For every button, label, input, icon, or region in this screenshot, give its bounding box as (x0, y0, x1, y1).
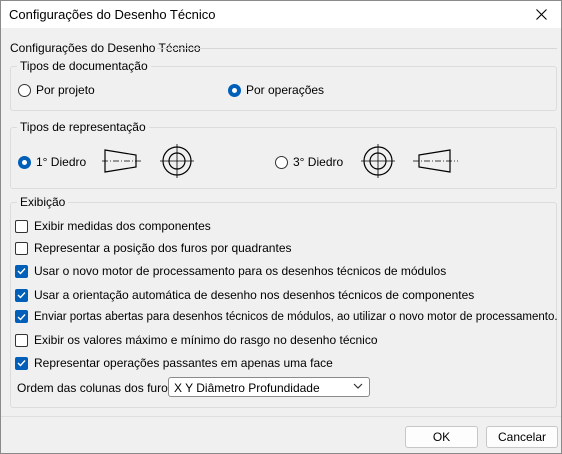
radio-3-diedro[interactable]: 3° Diedro (275, 155, 343, 169)
checkbox-indicator (15, 219, 28, 233)
checkbox-label: Exibir os valores máximo e mínimo do ras… (34, 333, 378, 347)
radio-indicator-selected (18, 155, 31, 169)
close-icon[interactable] (521, 1, 561, 28)
checkbox-posicao-furos[interactable]: Representar a posição dos furos por quad… (15, 241, 292, 255)
radio-indicator (18, 83, 31, 97)
cancel-button[interactable]: Cancelar (486, 426, 558, 448)
hole-order-value: X Y Diâmetro Profundidade (174, 381, 320, 395)
check-icon (15, 264, 28, 278)
checkbox-novo-motor[interactable]: Usar o novo motor de processamento para … (15, 264, 446, 278)
section-divider (157, 48, 557, 49)
radio-label: 3° Diedro (293, 155, 344, 169)
radio-label: Por operações (246, 83, 325, 97)
first-angle-projection-symbol (101, 144, 197, 178)
radio-por-projeto[interactable]: Por projeto (18, 83, 95, 97)
checkbox-indicator (15, 241, 28, 255)
ok-button[interactable]: OK (405, 426, 478, 448)
checkbox-operacoes-passantes[interactable]: Representar operações passantes em apena… (15, 356, 333, 370)
radio-indicator-selected (228, 83, 241, 97)
radio-1-diedro[interactable]: 1° Diedro (18, 155, 86, 169)
checkbox-valores-rasgo[interactable]: Exibir os valores máximo e mínimo do ras… (15, 333, 378, 347)
checkbox-portas-abertas[interactable]: Enviar portas abertas para desenhos técn… (15, 310, 558, 323)
hole-order-label: Ordem das colunas dos furos (17, 381, 174, 395)
display-title: Exibição (17, 195, 69, 209)
checkbox-label: Usar o novo motor de processamento para … (34, 264, 447, 278)
checkbox-label: Exibir medidas dos componentes (34, 219, 211, 233)
checkbox-indicator (15, 333, 28, 347)
checkbox-label: Usar a orientação automática de desenho … (34, 288, 475, 302)
radio-label: 1° Diedro (36, 155, 87, 169)
hole-order-select[interactable]: X Y Diâmetro Profundidade (168, 377, 370, 397)
radio-por-operacoes[interactable]: Por operações (228, 83, 324, 97)
dialog-window: Configurações do Desenho Técnico Configu… (0, 0, 562, 454)
checkbox-orientacao-automatica[interactable]: Usar a orientação automática de desenho … (15, 288, 474, 302)
doc-types-title: Tipos de documentação (17, 59, 151, 73)
check-icon (15, 356, 28, 370)
third-angle-projection-symbol (358, 144, 462, 178)
dialog-footer: OK Cancelar (1, 416, 561, 453)
chevron-down-icon (353, 383, 363, 389)
radio-label: Por projeto (36, 83, 95, 97)
checkbox-exibir-medidas[interactable]: Exibir medidas dos componentes (15, 219, 211, 233)
rep-types-title: Tipos de representação (17, 120, 149, 134)
check-icon (15, 310, 28, 323)
checkbox-label: Representar a posição dos furos por quad… (34, 241, 292, 255)
check-icon (15, 288, 28, 302)
radio-indicator (275, 155, 288, 169)
checkbox-label: Representar operações passantes em apena… (34, 356, 333, 370)
window-title: Configurações do Desenho Técnico (9, 7, 216, 22)
title-bar: Configurações do Desenho Técnico (1, 1, 561, 28)
checkbox-label: Enviar portas abertas para desenhos técn… (34, 310, 558, 323)
